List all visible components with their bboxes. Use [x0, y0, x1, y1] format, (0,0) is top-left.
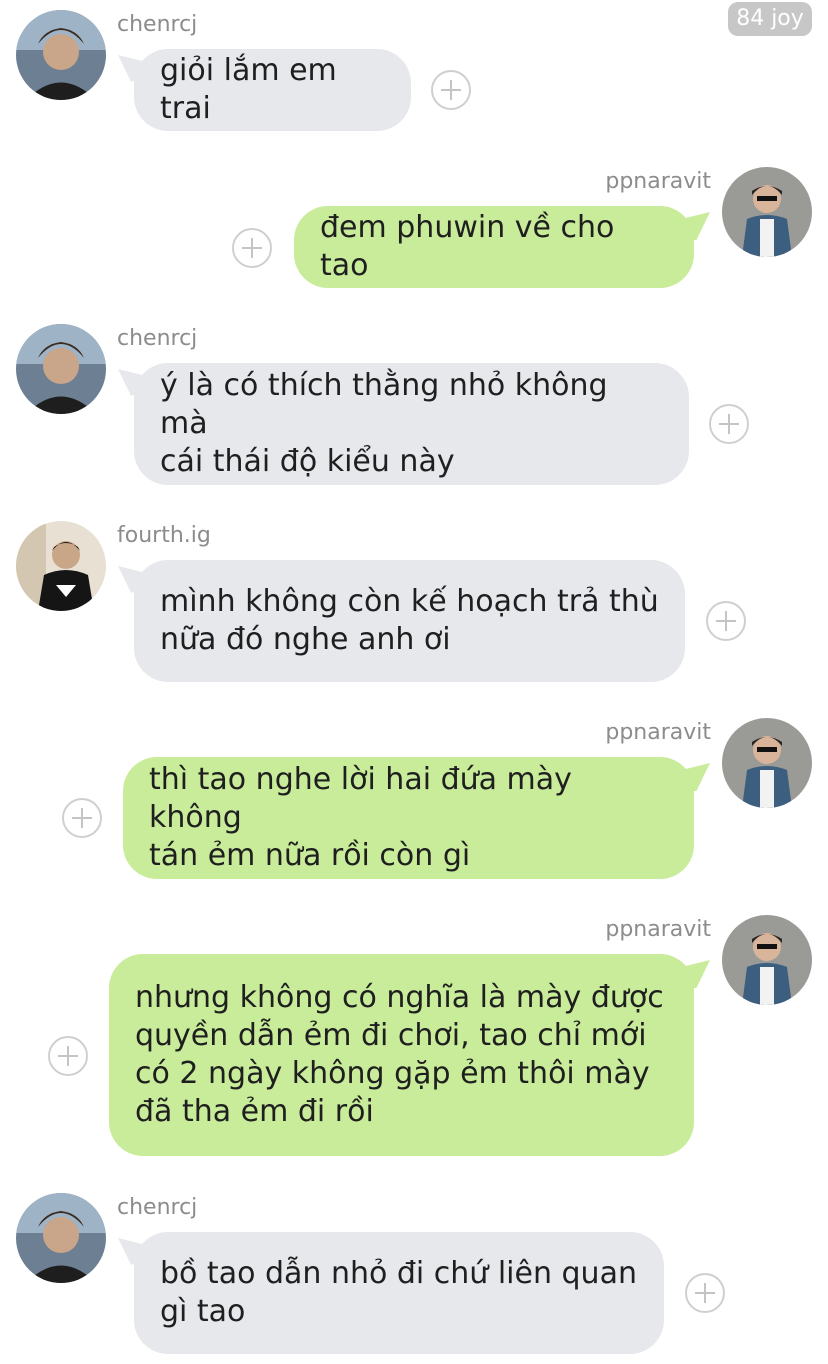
sender-name: chenrcj — [117, 12, 198, 37]
message-bubble-incoming[interactable]: bồ tao dẫn nhỏ đi chứ liên quan gì tao — [134, 1232, 664, 1354]
avatar-ppnaravit[interactable] — [722, 718, 812, 808]
message-bubble-incoming[interactable]: giỏi lắm em trai — [134, 49, 411, 131]
add-reaction-plus-icon[interactable] — [431, 70, 471, 110]
message-text: bồ tao dẫn nhỏ đi chứ liên quan gì tao — [160, 1256, 637, 1329]
sender-name: ppnaravit — [605, 720, 711, 745]
add-reaction-plus-icon[interactable] — [706, 601, 746, 641]
message-bubble-outgoing[interactable]: nhưng không có nghĩa là mày được quyền d… — [109, 954, 694, 1156]
sender-name: ppnaravit — [605, 917, 711, 942]
message-bubble-incoming[interactable]: mình không còn kế hoạch trả thù nữa đó n… — [134, 560, 685, 682]
message-count-badge: 84 joy — [728, 2, 812, 36]
sender-name: fourth.ig — [117, 523, 211, 548]
add-reaction-plus-icon[interactable] — [232, 228, 272, 268]
avatar-ppnaravit[interactable] — [722, 167, 812, 257]
avatar-chenrcj[interactable] — [16, 324, 106, 414]
message-bubble-outgoing[interactable]: đem phuwin về cho tao — [294, 206, 694, 288]
avatar-chenrcj[interactable] — [16, 10, 106, 100]
message-bubble-outgoing[interactable]: thì tao nghe lời hai đứa mày không tán ẻ… — [123, 757, 694, 879]
add-reaction-plus-icon[interactable] — [62, 798, 102, 838]
sender-name: chenrcj — [117, 326, 198, 351]
sender-name: ppnaravit — [605, 169, 711, 194]
message-text: nhưng không có nghĩa là mày được quyền d… — [135, 980, 664, 1129]
message-text: giỏi lắm em trai — [160, 53, 337, 126]
add-reaction-plus-icon[interactable] — [685, 1273, 725, 1313]
message-text: thì tao nghe lời hai đứa mày không tán ẻ… — [149, 762, 572, 873]
add-reaction-plus-icon[interactable] — [709, 404, 749, 444]
message-text: ý là có thích thằng nhỏ không mà cái thá… — [160, 368, 608, 479]
message-text: đem phuwin về cho tao — [320, 210, 615, 283]
sender-name: chenrcj — [117, 1195, 198, 1220]
avatar-ppnaravit[interactable] — [722, 915, 812, 1005]
avatar-chenrcj[interactable] — [16, 1193, 106, 1283]
message-bubble-incoming[interactable]: ý là có thích thằng nhỏ không mà cái thá… — [134, 363, 689, 485]
add-reaction-plus-icon[interactable] — [48, 1036, 88, 1076]
avatar-fourth-ig[interactable] — [16, 521, 106, 611]
message-text: mình không còn kế hoạch trả thù nữa đó n… — [160, 584, 659, 657]
